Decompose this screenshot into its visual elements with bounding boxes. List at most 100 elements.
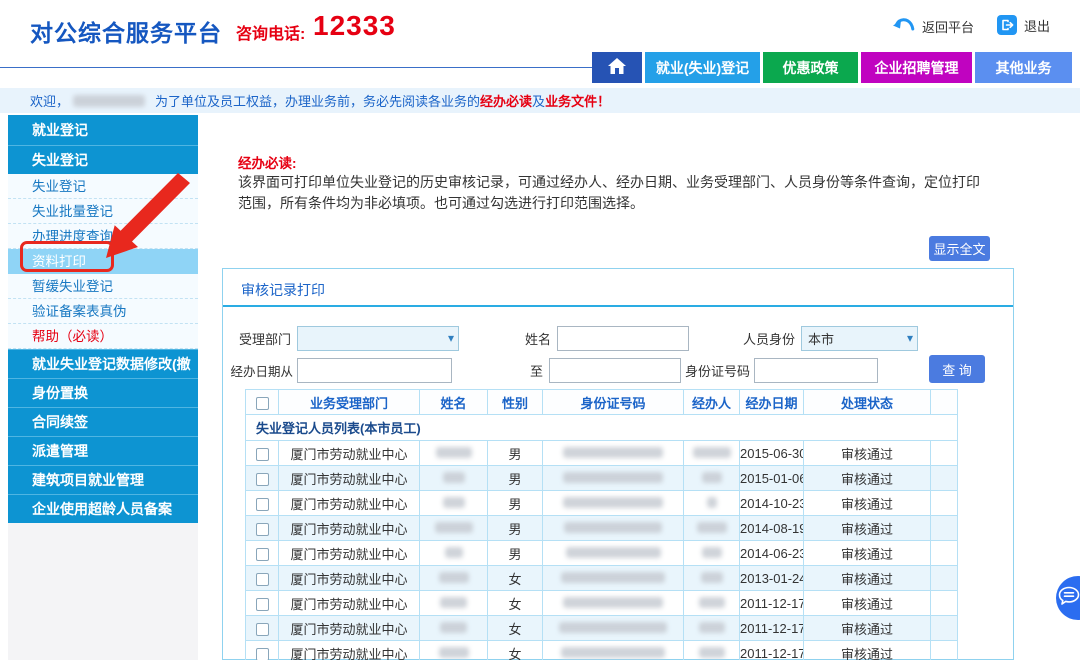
- sidebar-item-6[interactable]: 暂缓失业登记: [8, 274, 198, 299]
- back-to-platform-button[interactable]: 返回平台: [893, 17, 974, 36]
- row-checkbox[interactable]: [256, 473, 269, 486]
- operator-cell: [684, 541, 740, 566]
- masked-value: [702, 472, 722, 483]
- row-checkbox[interactable]: [256, 623, 269, 636]
- id-cell: [543, 641, 684, 660]
- name-cell: [420, 541, 488, 566]
- nav-tab-0[interactable]: 就业(失业)登记: [645, 52, 760, 83]
- row-checkbox[interactable]: [256, 598, 269, 611]
- sidebar-item-7[interactable]: 验证备案表真伪: [8, 299, 198, 324]
- date-cell: 2014-10-23: [740, 491, 804, 516]
- name-input[interactable]: [557, 326, 689, 351]
- status-cell: 审核通过: [804, 441, 931, 466]
- query-button[interactable]: 查 询: [929, 355, 985, 383]
- back-to-platform-label: 返回平台: [922, 17, 974, 36]
- gender-cell: 男: [488, 441, 543, 466]
- gender-cell: 女: [488, 616, 543, 641]
- id-cell: [543, 541, 684, 566]
- date-cell: 2011-12-17: [740, 591, 804, 616]
- id-number-input[interactable]: [754, 358, 878, 383]
- spacer-cell: [931, 616, 958, 641]
- spacer-cell: [931, 516, 958, 541]
- masked-value: [563, 472, 663, 483]
- row-checkbox[interactable]: [256, 498, 269, 511]
- sidebar-item-1[interactable]: 失业登记: [8, 145, 198, 174]
- dept-cell: 厦门市劳动就业中心: [279, 466, 420, 491]
- sidebar-item-9[interactable]: 就业失业登记数据修改(撤销): [8, 349, 198, 378]
- column-header-4: 经办人: [684, 390, 740, 415]
- show-full-text-button[interactable]: 显示全文: [929, 236, 990, 261]
- sidebar-item-12[interactable]: 派遣管理: [8, 436, 198, 465]
- gender-cell: 男: [488, 491, 543, 516]
- dept-cell: 厦门市劳动就业中心: [279, 641, 420, 660]
- masked-value: [443, 497, 465, 508]
- status-cell: 审核通过: [804, 466, 931, 491]
- spacer-cell: [931, 466, 958, 491]
- id-number-label: 身份证号码: [684, 361, 750, 380]
- masked-value: [439, 647, 469, 658]
- row-checkbox[interactable]: [256, 523, 269, 536]
- table-row: 厦门市劳动就业中心男2015-01-06审核通过: [246, 466, 958, 491]
- spacer-cell: [931, 591, 958, 616]
- sidebar-item-5[interactable]: 资料打印: [8, 249, 198, 274]
- notice-title: 经办必读:: [238, 152, 297, 172]
- nav-tab-2[interactable]: 企业招聘管理: [861, 52, 972, 83]
- masked-company-name: [73, 95, 145, 107]
- name-cell: [420, 516, 488, 541]
- sidebar-item-0[interactable]: 就业登记: [8, 115, 198, 145]
- date-cell: 2013-01-24: [740, 566, 804, 591]
- audit-record-print-panel: 审核记录打印 受理部门 ▾ 姓名 人员身份 本市 ▾: [222, 268, 1014, 660]
- sidebar-item-13[interactable]: 建筑项目就业管理: [8, 465, 198, 494]
- chevron-down-icon: ▾: [907, 331, 913, 345]
- chevron-down-icon: ▾: [448, 331, 454, 345]
- id-cell: [543, 491, 684, 516]
- masked-value: [566, 547, 661, 558]
- table-row: 厦门市劳动就业中心男2014-06-23审核通过: [246, 541, 958, 566]
- home-tab[interactable]: [592, 52, 642, 83]
- date-cell: 2014-08-19: [740, 516, 804, 541]
- sidebar-item-10[interactable]: 身份置换: [8, 378, 198, 407]
- row-checkbox[interactable]: [256, 648, 269, 660]
- masked-value: [436, 447, 472, 458]
- nav-tab-3[interactable]: 其他业务: [975, 52, 1072, 83]
- masked-value: [561, 572, 665, 583]
- row-checkbox[interactable]: [256, 548, 269, 561]
- status-cell: 审核通过: [804, 641, 931, 660]
- sidebar-item-8[interactable]: 帮助（必读）: [8, 324, 198, 349]
- masked-value: [440, 622, 467, 633]
- masked-value: [697, 522, 727, 533]
- gender-cell: 男: [488, 516, 543, 541]
- table-row: 厦门市劳动就业中心男2014-10-23审核通过: [246, 491, 958, 516]
- panel-title: 审核记录打印: [241, 280, 325, 300]
- sidebar-item-3[interactable]: 失业批量登记: [8, 199, 198, 224]
- dept-cell: 厦门市劳动就业中心: [279, 566, 420, 591]
- logout-button[interactable]: 退出: [997, 15, 1050, 35]
- masked-value: [699, 597, 725, 608]
- table-row: 厦门市劳动就业中心女2011-12-17审核通过: [246, 641, 958, 660]
- row-checkbox[interactable]: [256, 448, 269, 461]
- sidebar-item-4[interactable]: 办理进度查询: [8, 224, 198, 249]
- id-cell: [543, 591, 684, 616]
- column-header-1: 姓名: [420, 390, 488, 415]
- masked-value: [693, 447, 731, 458]
- sidebar-item-2[interactable]: 失业登记: [8, 174, 198, 199]
- select-all-checkbox[interactable]: [256, 397, 269, 410]
- sidebar-item-11[interactable]: 合同续签: [8, 407, 198, 436]
- gender-cell: 男: [488, 541, 543, 566]
- table-row: 厦门市劳动就业中心男2014-08-19审核通过: [246, 516, 958, 541]
- status-cell: 审核通过: [804, 491, 931, 516]
- date-from-input[interactable]: [297, 358, 452, 383]
- name-cell: [420, 641, 488, 660]
- name-cell: [420, 616, 488, 641]
- date-cell: 2015-06-30: [740, 441, 804, 466]
- filter-row-1: 受理部门 ▾ 姓名 人员身份 本市 ▾: [223, 325, 1013, 351]
- hotline-label: 咨询电话:: [236, 20, 305, 44]
- nav-tab-1[interactable]: 优惠政策: [763, 52, 858, 83]
- row-checkbox[interactable]: [256, 573, 269, 586]
- chat-support-button[interactable]: [1056, 576, 1080, 620]
- date-to-input[interactable]: [549, 358, 681, 383]
- sidebar-item-14[interactable]: 企业使用超龄人员备案: [8, 494, 198, 523]
- identity-select[interactable]: 本市 ▾: [801, 326, 918, 351]
- dept-select[interactable]: ▾: [297, 326, 459, 351]
- table-row: 厦门市劳动就业中心女2011-12-17审核通过: [246, 616, 958, 641]
